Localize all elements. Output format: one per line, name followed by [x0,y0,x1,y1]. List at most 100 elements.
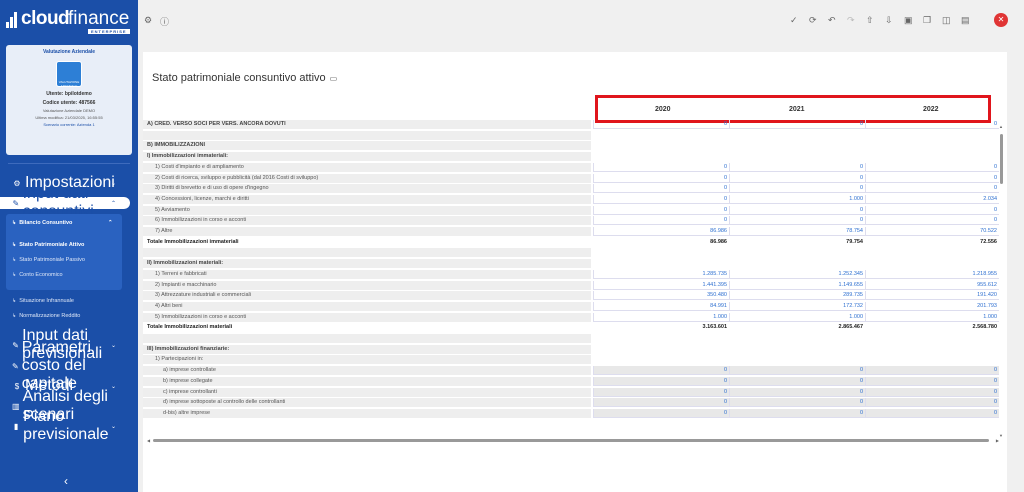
value-cell-2022[interactable]: 0 [865,408,999,418]
value-cell-2022[interactable]: 1.218.955 [865,269,999,279]
nav-situazione-infrannuale[interactable]: ↳ Situazione Infrannuale [12,298,74,304]
value-cell-2022[interactable]: 0 [865,376,999,386]
redo-icon[interactable]: ↷ [847,15,855,26]
value-cell-2022[interactable]: 0 [865,184,999,194]
value-cell-2020[interactable]: 0 [593,205,729,215]
row-label: Totale Immobilizzazioni materiali [143,323,591,333]
value-cell-2020[interactable]: 0 [593,398,729,408]
value-cell-2020[interactable]: 1.441.395 [593,280,729,290]
nav-piano-previsionale[interactable]: ▮ Piano previsionale ⌄ [0,408,130,443]
value-cell-2021[interactable]: 1.000 [729,194,865,204]
document-icon[interactable]: ▭ [330,74,338,83]
value-cell-2020[interactable]: 86.986 [593,227,729,236]
value-cell-2022[interactable]: 0 [865,216,999,226]
nav-bilancio-consuntivo[interactable]: ↳ Bilancio Consuntivo ⌃ [12,220,113,226]
save-icon[interactable]: ▣ [904,15,913,26]
value-cell-2020[interactable]: 0 [593,120,729,129]
value-cell-2022[interactable]: 0 [865,120,999,129]
value-cell-2021[interactable]: 0 [729,216,865,226]
value-cell-2020[interactable]: 1.000 [593,312,729,322]
horizontal-scrollbar[interactable]: ◀ ▶ [147,438,999,444]
value-cell-2022[interactable]: 0 [865,398,999,408]
nav-input-consuntivi[interactable]: ✎ Input dati consuntivi ⌃ [0,185,130,220]
scroll-down-icon[interactable]: ▼ [999,433,1003,438]
value-cell-2022[interactable]: 0 [865,387,999,397]
value-cell-2022[interactable]: 0 [865,366,999,376]
value-cell-2021[interactable]: 0 [729,205,865,215]
columns-view-icon[interactable]: ◫ [942,15,951,26]
value-cell-2021[interactable]: 1.000 [729,312,865,322]
value-cell-2021[interactable]: 289.735 [729,291,865,301]
value-cell-2022[interactable]: 955.612 [865,280,999,290]
value-cell-2022[interactable]: 201.793 [865,301,999,311]
value-cell-2020[interactable]: 0 [593,387,729,397]
nav-parametri-costo-capitale[interactable]: ✎ Parametri costo del capitale [0,339,130,392]
download-icon[interactable]: ⇩ [885,15,893,26]
value-cell-2021[interactable]: 172.732 [729,301,865,311]
sidebar-divider [8,163,130,164]
value-cell-2021[interactable]: 0 [729,408,865,418]
close-icon[interactable]: ✕ [994,13,1008,27]
value-cell-2020[interactable]: 0 [593,184,729,194]
value-cell-2022[interactable]: 0 [865,205,999,215]
collapse-sidebar-icon[interactable]: ‹ [64,474,68,488]
value-cell-2021[interactable]: 0 [729,366,865,376]
value-cell-2021[interactable]: 0 [729,173,865,183]
value-cell-2021[interactable]: 0 [729,387,865,397]
value-cell-2020[interactable]: 0 [593,216,729,226]
cloudfinance-logo[interactable]: cloud finance ENTERPRISE [6,8,132,34]
value-cell-2021[interactable]: 0 [729,162,865,172]
value-cell-2020[interactable]: 350.480 [593,291,729,301]
horizontal-scroll-thumb[interactable] [153,439,989,442]
value-cell-2021[interactable]: 78.754 [729,227,865,236]
help-icon[interactable]: ⓘ [160,15,169,28]
value-cell-2021[interactable]: 0 [729,184,865,194]
value-cell-2022[interactable]: 0 [865,162,999,172]
table-row: 5) Avviamento 0 0 0 [143,205,999,215]
scroll-up-icon[interactable]: ▲ [999,124,1003,129]
table-row [143,248,999,258]
value-cell-2020[interactable]: 1.285.735 [593,269,729,279]
undo-icon[interactable]: ↶ [828,15,836,26]
settings-icon[interactable]: ⚙ [144,15,152,26]
value-cell-2020[interactable]: 0 [593,366,729,376]
value-cell-2022[interactable]: 2.034 [865,194,999,204]
vertical-scroll-thumb[interactable] [1000,134,1003,184]
nav-stato-patrimoniale-passivo[interactable]: ↳ Stato Patrimoniale Passivo [12,257,85,263]
value-cell-2022[interactable]: 70.522 [865,227,999,236]
notes-icon[interactable]: ▤ [961,15,970,26]
value-cell-2020[interactable]: 84.991 [593,301,729,311]
value-cell-2021[interactable]: 1.252.345 [729,269,865,279]
nav-conto-economico[interactable]: ↳ Conto Economico [12,272,63,278]
value-cell-2020[interactable]: 0 [593,408,729,418]
copy-icon[interactable]: ❐ [923,15,931,26]
table-row: Totale Immobilizzazioni materiali 3.163.6… [143,323,999,333]
table-row: 3) Diritti di brevetto e di uso di opere… [143,184,999,194]
table-row: 6) Immobilizzazioni in corso e acconti 0 0… [143,216,999,226]
value-cell-2022[interactable]: 0 [865,173,999,183]
value-cell-2021[interactable]: 0 [729,398,865,408]
value-cell-2022: 2.568.780 [972,324,997,331]
value-cell-2021[interactable]: 0 [729,376,865,386]
company-card[interactable]: Valutazione Aziendale VALUTAZIONE AZIEND… [6,45,132,155]
check-icon[interactable]: ✓ [790,15,798,26]
value-cell-2020[interactable]: 0 [593,162,729,172]
value-cell-2020[interactable]: 0 [593,376,729,386]
value-cell-2020[interactable]: 0 [593,194,729,204]
row-label: b) imprese collegate [143,376,591,386]
refresh-icon[interactable]: ⟳ [809,15,817,26]
nav-stato-patrimoniale-attivo[interactable]: ↳ Stato Patrimoniale Attivo [12,242,84,248]
value-cell-2022[interactable]: 1.000 [865,312,999,322]
vertical-scrollbar[interactable]: ▲ ▼ [999,122,1005,438]
value-cell-2021[interactable]: 0 [729,120,865,129]
nav-normalizzazione-reddito[interactable]: ↳ Normalizzazione Reddito [12,313,80,319]
value-cell-2022[interactable]: 191.420 [865,291,999,301]
sidebar: cloud finance ENTERPRISE Valutazione Azi… [0,0,138,492]
table-row: b) imprese collegate 0 0 0 [143,376,999,386]
scroll-left-icon[interactable]: ◀ [147,438,150,443]
upload-icon[interactable]: ⇧ [866,15,874,26]
arrow-icon: ↳ [12,220,17,226]
value-cell-2020[interactable]: 0 [593,173,729,183]
scroll-right-icon[interactable]: ▶ [996,438,999,443]
value-cell-2021[interactable]: 1.149.655 [729,280,865,290]
